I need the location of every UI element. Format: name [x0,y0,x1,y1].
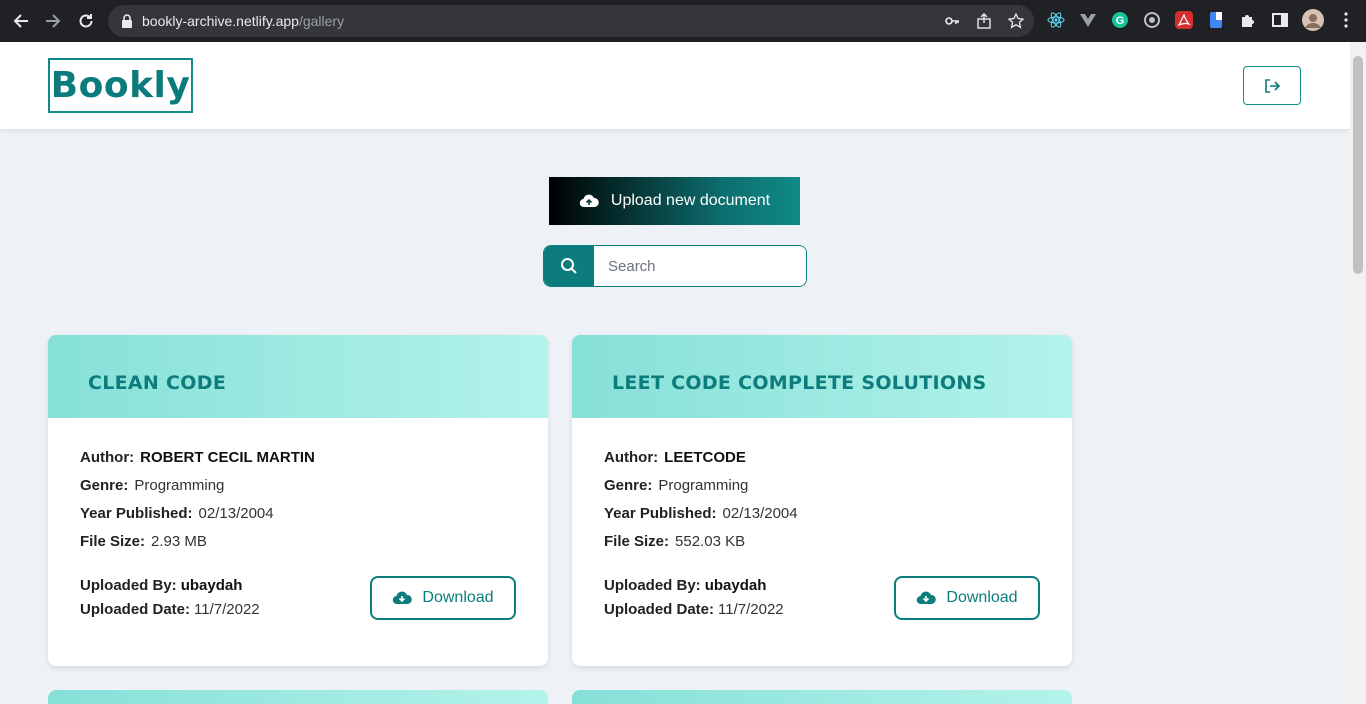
grammarly-icon[interactable]: G [1111,11,1129,29]
genre-row: Genre: Programming [604,477,749,494]
card-header: CLEAN CODE [48,335,548,418]
cloud-download-icon [393,591,413,605]
download-label: Download [946,589,1018,606]
upload-button-label: Upload new document [610,192,771,209]
cloud-download-icon [917,591,937,605]
document-card: LEET CODE COMPLETE SOLUTIONS Author: LEET… [572,335,1072,666]
docs-extension-icon[interactable] [1207,11,1225,29]
bookmark-star-icon[interactable] [1008,13,1024,29]
search-icon [561,258,577,274]
download-button[interactable]: Download [894,576,1040,620]
author-value: LEETCODE [664,449,746,466]
genre-value: Programming [134,477,225,494]
app-header: Bookly [0,42,1350,129]
url-text: bookly-archive.netlify.app/gallery [142,13,345,29]
address-bar[interactable]: bookly-archive.netlify.app/gallery [108,5,1034,37]
extensions-puzzle-icon[interactable] [1239,11,1257,29]
size-value: 552.03 KB [675,533,746,550]
uploaded-by-row: Uploaded By: ubaydah [604,577,767,594]
bookly-logo[interactable]: Bookly [48,58,193,113]
size-row: File Size: 2.93 MB [80,533,207,550]
back-icon[interactable] [9,9,33,33]
svg-text:G: G [1116,15,1125,27]
document-card: CLEAN CODE Author: ROBERT CECIL MARTIN Ge… [48,335,548,666]
page-scrollbar[interactable] [1350,42,1366,704]
uploaded-date-row: Uploaded Date: 11/7/2022 [80,601,260,618]
document-card-partial [48,690,548,704]
year-value: 02/13/2004 [198,505,274,522]
logout-icon [1265,78,1281,93]
search-bar [543,245,807,287]
document-card-partial [572,690,1072,704]
year-row: Year Published: 02/13/2004 [80,505,274,522]
pdf-extension-icon[interactable] [1175,11,1193,29]
card-header: LEET CODE COMPLETE SOLUTIONS [572,335,1072,418]
year-value: 02/13/2004 [722,505,798,522]
size-row: File Size: 552.03 KB [604,533,746,550]
uploaded-date-value: 11/7/2022 [194,601,260,618]
author-row: Author: LEETCODE [604,449,746,466]
uploaded-by-value: ubaydah [704,577,767,594]
document-title: LEET CODE COMPLETE SOLUTIONS [612,372,987,394]
reload-icon[interactable] [74,9,98,33]
more-menu-icon[interactable] [1337,11,1355,29]
lock-icon [122,14,132,28]
genre-row: Genre: Programming [80,477,225,494]
search-input[interactable] [594,246,806,286]
react-devtools-icon[interactable] [1047,11,1065,29]
download-button[interactable]: Download [370,576,516,620]
author-value: ROBERT CECIL MARTIN [140,449,315,466]
document-title: CLEAN CODE [88,372,227,394]
author-row: Author: ROBERT CECIL MARTIN [80,449,315,466]
genre-value: Programming [658,477,749,494]
upload-document-button[interactable]: Upload new document [549,177,800,225]
uploaded-by-value: ubaydah [180,577,243,594]
target-extension-icon[interactable] [1143,11,1161,29]
gallery-page: Bookly Upload new document CLEAN CODE A [0,42,1350,704]
size-value: 2.93 MB [151,533,207,550]
key-icon[interactable] [944,13,960,29]
search-button[interactable] [544,246,594,286]
year-row: Year Published: 02/13/2004 [604,505,798,522]
scrollbar-thumb[interactable] [1353,56,1363,274]
uploaded-by-row: Uploaded By: ubaydah [80,577,243,594]
browser-toolbar: bookly-archive.netlify.app/gallery G [0,0,1366,42]
share-icon[interactable] [976,13,992,29]
side-panel-icon[interactable] [1271,11,1289,29]
download-label: Download [422,589,494,606]
uploaded-date-value: 11/7/2022 [718,601,784,618]
forward-icon[interactable] [41,9,65,33]
logout-button[interactable] [1243,66,1301,105]
vue-devtools-icon[interactable] [1079,11,1097,29]
uploaded-date-row: Uploaded Date: 11/7/2022 [604,601,784,618]
cloud-upload-icon [579,194,599,208]
profile-avatar[interactable] [1302,9,1324,31]
